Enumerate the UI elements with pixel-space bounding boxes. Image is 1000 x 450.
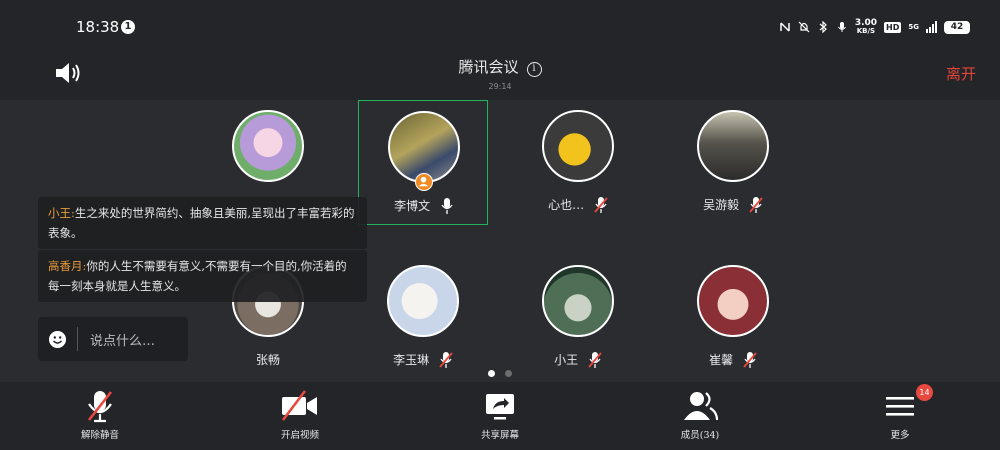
chat-sender: 小王: [48, 206, 75, 220]
avatar [697, 265, 769, 337]
avatar [542, 110, 614, 182]
notification-count-badge: 1 [121, 20, 135, 34]
more-badge: 14 [916, 384, 933, 401]
share-screen-button[interactable]: 共享屏幕 [440, 382, 560, 450]
participant-name: 吴游毅 [703, 198, 740, 212]
chat-message: 小王:生之来处的世界简约、抽象且美丽,呈现出了丰富若彩的表象。 [38, 197, 367, 249]
menu-icon [886, 397, 914, 416]
avatar [387, 265, 459, 337]
microphone-muted-icon [594, 196, 608, 213]
participant-name-row: 心也… [513, 196, 643, 213]
network-type-label: 5G [908, 23, 919, 31]
leave-button[interactable]: 离开 [946, 63, 976, 84]
page-dot[interactable] [505, 370, 512, 377]
meeting-title[interactable]: 腾讯会议 i [0, 56, 1000, 77]
bottom-toolbar: 解除静音 开启视频 共享屏幕 成员(34) 14 更多 [0, 382, 1000, 450]
share-screen-icon [486, 394, 514, 420]
microphone-status-icon [837, 22, 846, 32]
meeting-header: 腾讯会议 i 29:14 离开 [0, 50, 1000, 100]
share-screen-label: 共享屏幕 [480, 430, 519, 441]
bluetooth-icon [819, 21, 827, 33]
host-badge-icon [415, 173, 433, 191]
participant-name: 心也… [548, 198, 585, 212]
chat-text: 你的人生不需要有意义,不需要有一个目的,你活着的每一刻本身就是人生意义。 [48, 259, 347, 293]
microphone-muted-icon [749, 196, 763, 213]
emoji-icon[interactable] [49, 331, 66, 348]
microphone-on-icon [441, 197, 453, 214]
participant-name-row: 吴游毅 [668, 196, 798, 213]
status-time: 18:38 [76, 18, 120, 36]
nfc-icon [780, 22, 790, 32]
video-off-icon [281, 390, 317, 421]
start-video-button[interactable]: 开启视频 [240, 382, 360, 450]
members-button[interactable]: 成员(34) [640, 382, 760, 450]
chat-text: 生之来处的世界简约、抽象且美丽,呈现出了丰富若彩的表象。 [48, 206, 355, 240]
more-label: 更多 [890, 430, 910, 441]
unmute-label: 解除静音 [80, 430, 119, 441]
participant-name: 李博文 [394, 199, 431, 213]
members-label: 成员(34) [680, 430, 720, 441]
network-speed: 3.00 KB/S [854, 18, 878, 36]
meeting-duration: 29:14 [488, 82, 512, 91]
bell-off-icon [798, 21, 810, 33]
more-button[interactable]: 14 更多 [840, 382, 960, 450]
chat-placeholder[interactable]: 说点什么… [90, 330, 155, 349]
avatar [697, 110, 769, 182]
hd-badge: HD [884, 21, 902, 33]
participant-name-row: 李博文 [359, 197, 489, 214]
page-indicator [0, 362, 1000, 381]
start-video-label: 开启视频 [280, 430, 319, 441]
meeting-title-text: 腾讯会议 [458, 58, 519, 76]
input-divider [77, 327, 78, 351]
battery-icon: 42 [944, 20, 970, 34]
chat-sender: 高香月: [48, 259, 87, 273]
avatar [542, 265, 614, 337]
avatar [232, 110, 304, 182]
members-icon [684, 392, 719, 421]
page-dot-active[interactable] [488, 370, 495, 377]
unmute-button[interactable]: 解除静音 [40, 382, 160, 450]
participant-tile[interactable]: 吴游毅 [668, 100, 798, 225]
signal-icon [926, 21, 937, 33]
status-bar: 18:38 1 3.00 KB/S HD 5G 42 [0, 0, 1000, 50]
chat-message: 高香月:你的人生不需要有意义,不需要有一个目的,你活着的每一刻本身就是人生意义。 [38, 250, 367, 302]
chat-input[interactable]: 说点什么… [38, 317, 188, 361]
participant-tile[interactable]: 心也… [513, 100, 643, 225]
participant-tile-active-speaker[interactable]: 李博文 [358, 100, 488, 225]
status-icons: 3.00 KB/S HD 5G 42 [779, 17, 970, 37]
info-icon[interactable]: i [526, 62, 542, 77]
microphone-muted-icon [87, 391, 113, 423]
